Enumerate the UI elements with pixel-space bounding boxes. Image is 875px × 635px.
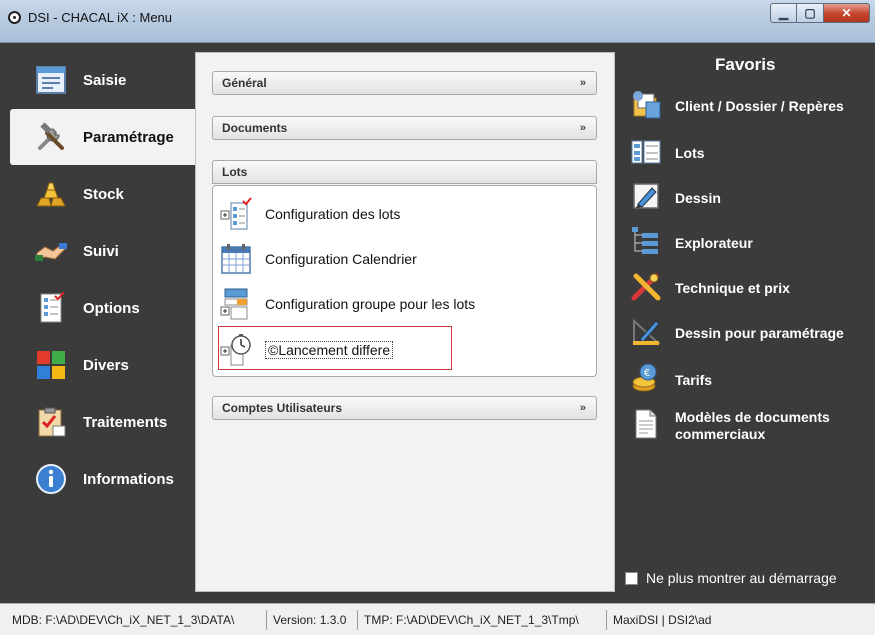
favorite-label: Modèles de documents commerciaux <box>675 409 830 442</box>
svg-text:€: € <box>644 368 650 379</box>
sidebar-item-label: Divers <box>83 356 129 374</box>
handshake-icon <box>35 243 67 261</box>
lot-item-configuration-groupe[interactable]: Configuration groupe pour les lots <box>219 284 589 324</box>
app-window: DSI - CHACAL iX : Menu ▁ ▢ ✕ Saisie Para… <box>0 0 875 635</box>
favorite-label: Dessin pour paramétrage <box>675 325 844 341</box>
tree-checklist-icon <box>220 197 252 230</box>
sidebar-item-label: Informations <box>83 470 174 488</box>
favorite-tarifs[interactable]: € Tarifs <box>625 362 870 402</box>
window-controls: ▁ ▢ ✕ <box>770 3 870 23</box>
tools-price-icon <box>631 273 661 301</box>
lot-item-label: ©Lancement differe <box>265 341 394 359</box>
document-icon <box>635 409 657 439</box>
startup-checkbox-row[interactable]: Ne plus montrer au démarrage <box>625 570 837 586</box>
status-mdb-path: MDB: F:\AD\DEV\Ch_iX_NET_1_3\DATA\ <box>12 613 235 627</box>
checklist-icon <box>40 292 65 323</box>
lot-item-label: Configuration des lots <box>265 206 401 222</box>
sidebar-item-stock[interactable]: Stock <box>10 166 195 222</box>
lot-item-configuration-calendrier[interactable]: Configuration Calendrier <box>219 239 589 279</box>
favorite-label: Explorateur <box>675 235 753 251</box>
section-title: Général <box>222 76 267 90</box>
favorite-explorateur[interactable]: Explorateur <box>625 225 870 265</box>
startup-checkbox[interactable] <box>625 571 638 585</box>
favorite-label: Client / Dossier / Repères <box>675 98 844 114</box>
lots-list: Configuration des lots Configuration Cal… <box>212 185 597 377</box>
sidebar-item-parametrage[interactable]: Paramétrage <box>10 109 195 165</box>
favorites-title: Favoris <box>715 55 776 74</box>
tools-icon <box>38 122 64 150</box>
lot-item-configuration-lots[interactable]: Configuration des lots <box>219 194 589 234</box>
sidebar-item-label: Options <box>83 299 140 317</box>
favorite-technique-prix[interactable]: Technique et prix <box>625 270 870 310</box>
stopwatch-icon <box>220 334 251 366</box>
favorite-lots[interactable]: Lots <box>625 135 870 175</box>
sidebar-item-saisie[interactable]: Saisie <box>10 52 195 108</box>
sidebar-item-label: Traitements <box>83 413 168 431</box>
status-version: Version: 1.3.0 <box>273 613 347 627</box>
section-title: Lots <box>222 165 248 179</box>
status-user: MaxiDSI | DSI2\ad <box>613 613 712 627</box>
explorer-icon <box>632 227 658 254</box>
status-tmp-path: TMP: F:\AD\DEV\Ch_iX_NET_1_3\Tmp\ <box>364 613 579 627</box>
tiles-icon <box>37 351 65 379</box>
favorite-dessin-parametrage[interactable]: Dessin pour paramétrage <box>625 315 870 355</box>
lot-item-label: Configuration Calendrier <box>265 251 417 267</box>
section-documents-header[interactable]: Documents » <box>212 116 597 140</box>
drawing-icon <box>633 183 659 209</box>
sidebar-item-label: Saisie <box>83 71 127 89</box>
group-tree-icon <box>220 288 248 320</box>
status-bar: MDB: F:\AD\DEV\Ch_iX_NET_1_3\DATA\ Versi… <box>0 603 875 635</box>
main-panel: Général » Documents » Lots Configuration… <box>195 52 615 592</box>
gold-bars-icon <box>36 182 66 207</box>
maximize-button[interactable]: ▢ <box>797 3 824 23</box>
sidebar-item-divers[interactable]: Divers <box>10 337 195 393</box>
favorite-label: Lots <box>675 145 705 161</box>
coins-icon: € <box>632 363 657 392</box>
sidebar-item-suivi[interactable]: Suivi <box>10 223 195 279</box>
status-divider <box>357 610 358 630</box>
expand-chevron-icon: » <box>579 402 586 414</box>
client-folder-icon <box>633 91 661 119</box>
favorite-client-dossier[interactable]: Client / Dossier / Repères <box>625 88 870 128</box>
maximize-icon: ▢ <box>804 6 816 20</box>
expand-chevron-icon: » <box>579 77 586 89</box>
favorite-label: Tarifs <box>675 372 713 388</box>
sidebar-item-informations[interactable]: Informations <box>10 451 195 507</box>
close-icon: ✕ <box>841 6 852 20</box>
section-title: Documents <box>222 121 288 135</box>
sidebar-item-options[interactable]: Options <box>10 280 195 336</box>
expand-chevron-icon: » <box>579 122 586 134</box>
section-title: Comptes Utilisateurs <box>222 401 343 415</box>
clipboard-icon <box>38 407 66 437</box>
status-divider <box>606 610 607 630</box>
section-comptes-header[interactable]: Comptes Utilisateurs » <box>212 396 597 420</box>
info-icon <box>36 464 66 494</box>
sidebar-item-label: Paramétrage <box>83 128 174 146</box>
favorite-label: Technique et prix <box>675 280 790 296</box>
minimize-icon: ▁ <box>778 6 789 20</box>
minimize-button[interactable]: ▁ <box>770 3 797 23</box>
sidebar-item-label: Suivi <box>83 242 119 260</box>
form-icon <box>36 66 66 94</box>
favorite-dessin[interactable]: Dessin <box>625 180 870 220</box>
favorite-modeles-documents[interactable]: Modèles de documents commerciaux <box>625 408 870 450</box>
status-divider <box>266 610 267 630</box>
sidebar-item-label: Stock <box>83 185 124 203</box>
favorite-label: Dessin <box>675 190 721 206</box>
lot-item-label: Configuration groupe pour les lots <box>265 296 476 312</box>
calendar-icon <box>221 244 251 274</box>
window-title: DSI - CHACAL iX : Menu <box>28 10 173 25</box>
draw-settings-icon <box>633 318 661 345</box>
close-button[interactable]: ✕ <box>824 3 870 23</box>
sidebar-item-traitements[interactable]: Traitements <box>10 394 195 450</box>
lot-item-lancement-differe[interactable]: ©Lancement differe <box>218 326 589 370</box>
section-general-header[interactable]: Général » <box>212 71 597 95</box>
startup-checkbox-label: Ne plus montrer au démarrage <box>646 570 837 586</box>
lots-icon <box>631 140 661 164</box>
title-bar[interactable]: DSI - CHACAL iX : Menu ▁ ▢ ✕ <box>0 0 875 43</box>
app-logo-icon <box>8 11 21 24</box>
section-lots-header[interactable]: Lots <box>212 160 597 184</box>
